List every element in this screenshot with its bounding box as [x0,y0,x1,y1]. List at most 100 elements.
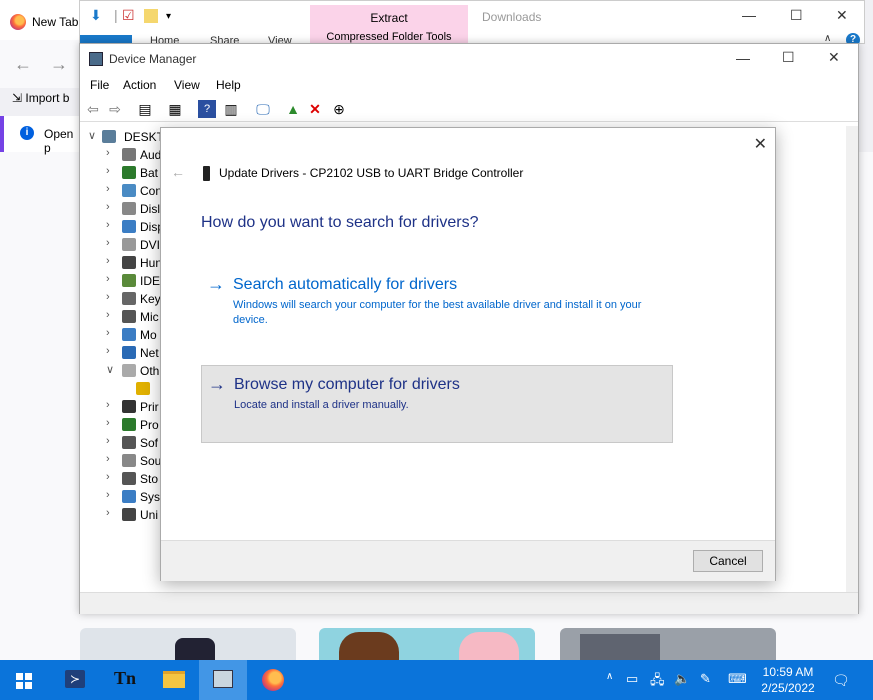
download-circle-icon[interactable]: ⊕ [330,100,348,118]
chevron-right-icon[interactable]: › [106,345,116,357]
menu-action[interactable]: Action [123,78,156,92]
chevron-right-icon[interactable]: › [106,417,116,429]
arrow-right-icon: → [207,274,225,294]
chevron-right-icon[interactable]: › [106,471,116,483]
minimize-icon[interactable]: — [736,50,750,66]
close-icon[interactable]: ✕ [836,7,848,24]
chevron-right-icon[interactable]: › [106,183,116,195]
usb-icon [122,508,136,521]
option-description: Windows will search your computer for th… [233,299,642,326]
taskbar-powershell[interactable]: ≻ [50,660,98,700]
back-arrow-icon[interactable]: ← [14,54,32,75]
tree-label: Disl [140,202,160,216]
download-arrow-icon[interactable]: ⬇ [90,7,102,24]
tree-label: Sof [140,436,159,450]
windows-icon [16,673,32,689]
taskbar-device-manager[interactable] [199,660,247,700]
chevron-right-icon[interactable]: › [106,219,116,231]
system-icon [122,490,136,503]
properties-icon[interactable]: ▤ [136,100,154,118]
browse-computer-option[interactable]: → Browse my computer for drivers Locate … [201,365,673,443]
chevron-down-icon[interactable]: ∨ [106,363,116,376]
close-icon[interactable]: ✕ [754,134,767,154]
import-bookmarks-button[interactable]: ⇲ Import b [12,91,69,105]
forward-arrow-icon[interactable]: → [50,54,68,75]
start-button[interactable] [0,660,48,700]
tree-label: Sto [140,472,159,486]
back-icon[interactable]: ⇦ [84,100,102,118]
cancel-button[interactable]: Cancel [693,550,763,572]
hid-icon [122,256,136,269]
chevron-right-icon[interactable]: › [106,453,116,465]
pen-icon[interactable]: ✎ [700,671,711,687]
notification-bar[interactable]: i Open p [0,116,80,155]
scan-hardware-icon[interactable]: 🖵 [254,100,272,118]
menu-file[interactable]: File [90,78,109,92]
chevron-right-icon[interactable]: › [106,255,116,267]
chevron-right-icon[interactable]: › [106,399,116,411]
network-icon [122,346,136,359]
add-driver-icon[interactable]: ▲ [284,100,302,118]
title-bar[interactable]: Device Manager — ☐ ✕ [80,44,858,74]
display-icon [122,220,136,233]
mouse-icon [122,310,136,323]
minimize-icon[interactable]: — [742,7,756,23]
back-arrow-icon[interactable]: ← [171,164,185,180]
chevron-down-icon[interactable]: ▾ [166,11,171,22]
help-icon[interactable]: ? [198,100,216,118]
chevron-right-icon[interactable]: › [106,237,116,249]
card-image [580,634,660,660]
grid-icon[interactable]: ▥ [222,100,240,118]
chevron-right-icon[interactable]: › [106,201,116,213]
keyboard-icon[interactable]: ⌨ [728,671,747,687]
chevron-down-icon[interactable]: ∨ [88,129,98,142]
chevron-right-icon[interactable]: › [106,165,116,177]
notification-icon[interactable]: 🗨 [832,672,850,689]
powershell-icon: ≻ [65,670,85,688]
menu-help[interactable]: Help [216,78,241,92]
clock-date: 2/25/2022 [761,681,815,695]
chevron-up-icon[interactable]: ∧ [606,671,613,682]
chevron-right-icon[interactable]: › [106,435,116,447]
taskbar-file-explorer[interactable] [150,660,198,700]
new-folder-icon[interactable] [144,9,158,23]
chevron-right-icon[interactable]: › [106,489,116,501]
clock-time: 10:59 AM [762,665,814,679]
keyboard-icon [122,292,136,305]
battery-icon[interactable]: ▭ [626,671,638,687]
processor-icon [122,418,136,431]
forward-icon[interactable]: ⇨ [106,100,124,118]
properties-icon[interactable]: ☑ [122,7,135,24]
file-explorer-window[interactable]: ⬇ | ☑ ▾ Extract Downloads — ☐ ✕ Home Sha… [79,0,865,47]
tree-label: Mic [140,310,159,324]
import-icon: ⇲ [12,91,26,105]
news-card-3[interactable] [560,628,776,660]
text-editor-icon: Tn [114,668,137,688]
list-icon[interactable]: ▦ [166,100,184,118]
extract-tab[interactable]: Extract [310,5,468,31]
chevron-right-icon[interactable]: › [106,309,116,321]
news-card-1[interactable] [80,628,296,660]
maximize-icon[interactable]: ☐ [790,7,803,24]
taskbar-clock[interactable]: 10:59 AM 2/25/2022 [756,664,820,696]
volume-icon[interactable]: 🔈 [674,671,690,687]
tree-label: DVI [140,238,161,252]
update-drivers-dialog[interactable]: ✕ ← Update Drivers - CP2102 USB to UART … [160,127,776,581]
network-icon[interactable]: 🖧 [650,671,665,693]
chevron-right-icon[interactable]: › [106,327,116,339]
taskbar-firefox[interactable] [248,660,296,700]
uninstall-icon[interactable]: ✕ [306,100,324,118]
close-icon[interactable]: ✕ [828,49,840,66]
firefox-tab[interactable]: New Tab [0,0,80,40]
taskbar-typora[interactable]: Tn [100,660,148,700]
chevron-right-icon[interactable]: › [106,291,116,303]
chevron-right-icon[interactable]: › [106,147,116,159]
vertical-scrollbar[interactable] [846,126,858,592]
tree-label: Uni [140,508,159,522]
chevron-right-icon[interactable]: › [106,273,116,285]
menu-view[interactable]: View [174,78,200,92]
search-automatically-option[interactable]: → Search automatically for drivers Windo… [201,274,673,334]
chevron-right-icon[interactable]: › [106,507,116,519]
maximize-icon[interactable]: ☐ [782,49,795,66]
news-card-2[interactable] [319,628,535,660]
